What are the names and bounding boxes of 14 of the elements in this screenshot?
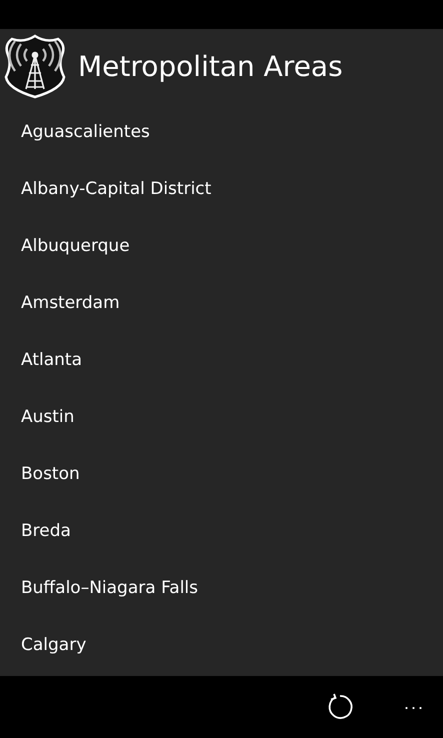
area-list-item[interactable]: Atlanta [21,350,82,370]
area-list-item[interactable]: Austin [21,406,74,426]
radio-tower-logo-icon [2,33,68,99]
more-button[interactable]: ... [404,692,425,722]
refresh-icon[interactable] [326,693,354,721]
area-list-item[interactable]: Boston [21,464,80,484]
page-title: Metropolitan Areas [78,50,343,82]
area-list-item[interactable]: Albany-Capital District [21,178,212,198]
area-list-item[interactable]: Aguascalientes [21,122,150,142]
area-list-item[interactable]: Amsterdam [21,292,120,312]
area-list-item[interactable]: Albuquerque [21,236,130,256]
area-list-item[interactable]: Calgary [21,634,86,654]
area-list-item[interactable]: Breda [21,520,71,540]
area-list-item[interactable]: Buffalo–Niagara Falls [21,578,198,598]
